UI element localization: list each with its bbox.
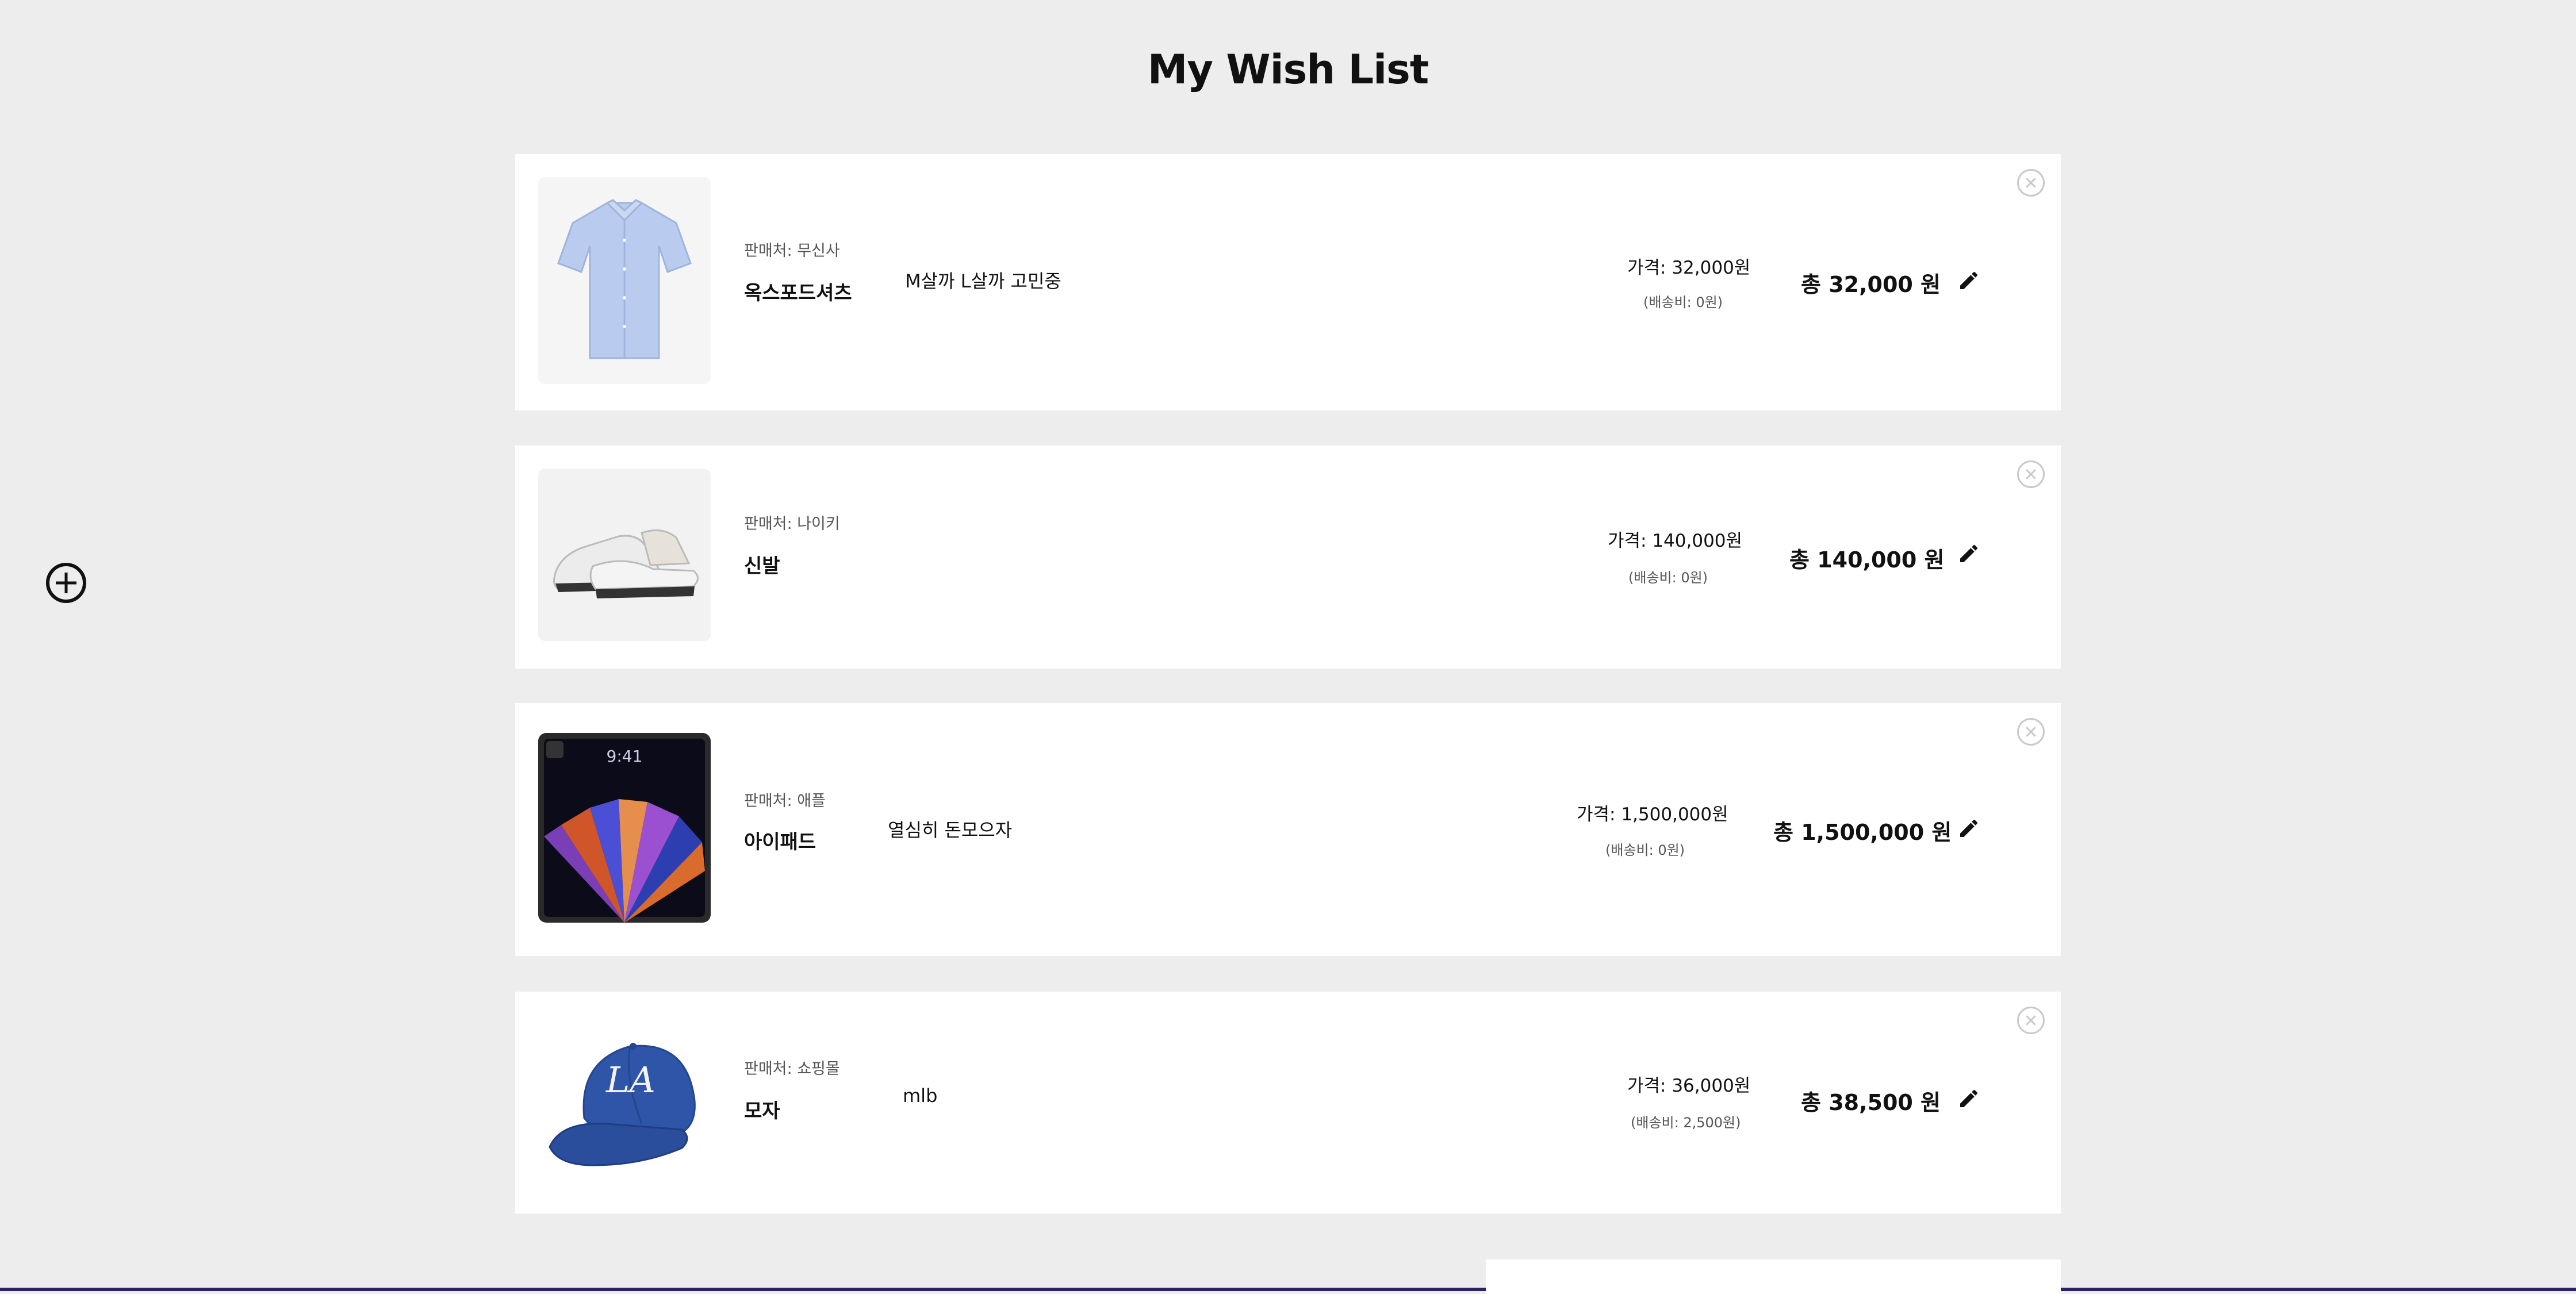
item-price: 가격: 36,000원 bbox=[1627, 1076, 1751, 1096]
summary-card bbox=[1486, 1260, 2061, 1294]
product-image-ipad: 9:41 bbox=[538, 733, 711, 923]
edit-icon[interactable] bbox=[1957, 269, 1980, 292]
item-store: 판매처: 쇼핑몰 bbox=[744, 1060, 840, 1078]
edit-icon[interactable] bbox=[1957, 542, 1980, 565]
item-store: 판매처: 나이키 bbox=[744, 515, 840, 533]
add-item-button[interactable] bbox=[46, 563, 86, 603]
cap-logo-text: LA bbox=[605, 1059, 656, 1101]
wishlist-item-card: 판매처: 무신사 옥스포드셔츠 M살까 L살까 고민중 가격: 32,000원 … bbox=[515, 154, 2061, 410]
wishlist-item-card: 판매처: 나이키 신발 가격: 140,000원 (배송비: 0원) 총 140… bbox=[515, 446, 2061, 669]
wishlist-item-card: LA 판매처: 쇼핑몰 모자 mlb 가격: 36,000원 (배송비: 2,5… bbox=[515, 992, 2061, 1214]
item-store: 판매처: 애플 bbox=[744, 792, 826, 810]
page-title: My Wish List bbox=[1147, 46, 1429, 93]
item-price: 가격: 32,000원 bbox=[1627, 258, 1751, 278]
item-total: 총 140,000 원 bbox=[1789, 547, 1945, 573]
item-name: 신발 bbox=[744, 555, 780, 578]
product-image-shirt bbox=[538, 177, 711, 384]
product-image-cap: LA bbox=[538, 1015, 711, 1187]
item-name: 모자 bbox=[744, 1100, 780, 1123]
item-price: 가격: 140,000원 bbox=[1608, 531, 1743, 551]
item-store: 판매처: 무신사 bbox=[744, 242, 840, 260]
item-total: 총 1,500,000 원 bbox=[1773, 820, 1952, 845]
item-shipping: (배송비: 0원) bbox=[1643, 294, 1723, 310]
item-shipping: (배송비: 0원) bbox=[1605, 842, 1685, 858]
remove-item-button[interactable] bbox=[2017, 169, 2045, 197]
ipad-clock-text: 9:41 bbox=[607, 747, 643, 766]
item-name: 아이패드 bbox=[744, 831, 816, 854]
product-image-sneakers bbox=[538, 469, 711, 641]
item-memo: 열심히 돈모으자 bbox=[888, 819, 1013, 841]
item-memo: mlb bbox=[903, 1085, 938, 1107]
edit-icon[interactable] bbox=[1957, 1087, 1980, 1110]
item-price: 가격: 1,500,000원 bbox=[1577, 804, 1728, 825]
remove-item-button[interactable] bbox=[2017, 1007, 2045, 1034]
item-total: 총 38,500 원 bbox=[1801, 1090, 1941, 1115]
wishlist-item-card: 9:41 판매처: 애플 아이패드 열심히 돈모으자 가격: 1,500,000… bbox=[515, 703, 2061, 956]
item-name: 옥스포드셔츠 bbox=[744, 282, 852, 305]
remove-item-button[interactable] bbox=[2017, 460, 2045, 488]
item-shipping: (배송비: 2,500원) bbox=[1631, 1115, 1741, 1131]
item-memo: M살까 L살까 고민중 bbox=[905, 270, 1061, 292]
item-total: 총 32,000 원 bbox=[1801, 272, 1941, 297]
item-shipping: (배송비: 0원) bbox=[1628, 570, 1708, 586]
edit-icon[interactable] bbox=[1957, 817, 1980, 840]
remove-item-button[interactable] bbox=[2017, 718, 2045, 746]
